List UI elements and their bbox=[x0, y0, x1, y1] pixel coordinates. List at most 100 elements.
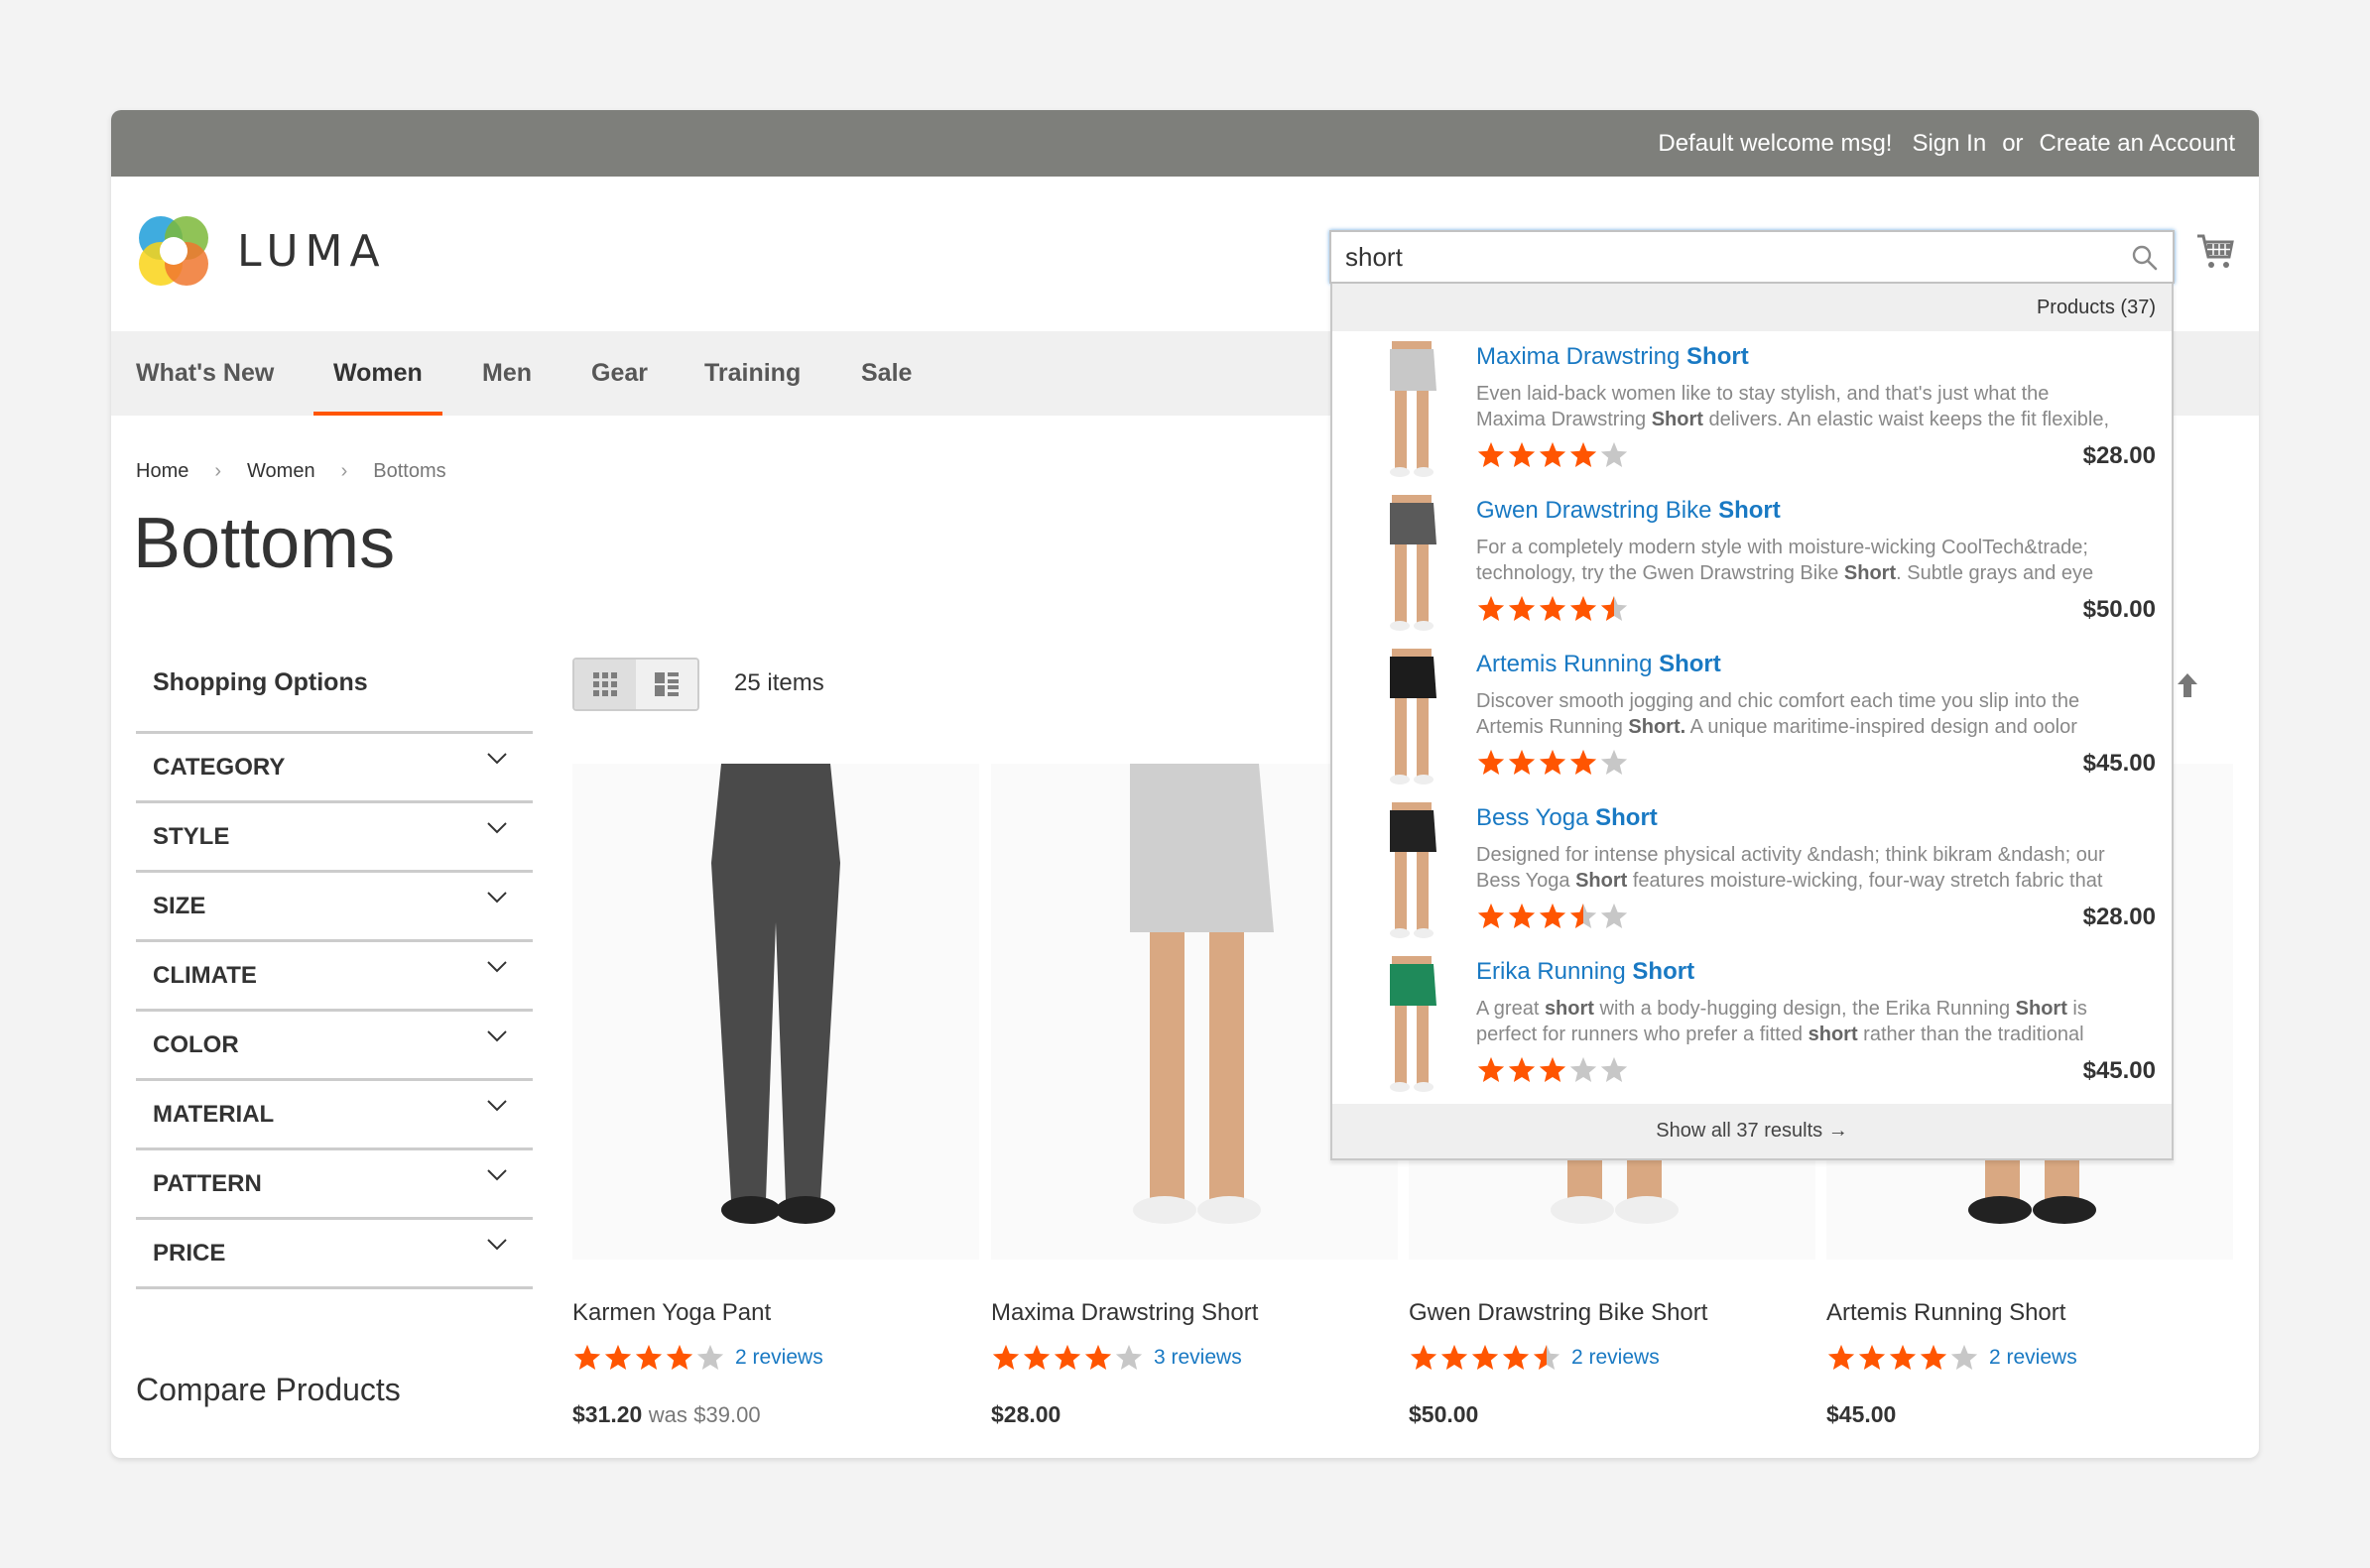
filter-category[interactable]: Category bbox=[136, 734, 533, 803]
logo-text: LUMA bbox=[237, 225, 387, 277]
product-name[interactable]: Karmen Yoga Pant bbox=[572, 1299, 771, 1327]
desc-text: technology, try the Gwen Drawstring Bike bbox=[1476, 562, 1844, 584]
filter-material[interactable]: Material bbox=[136, 1081, 533, 1150]
nav-item-gear[interactable]: Gear bbox=[591, 331, 648, 416]
name-match: Short bbox=[1595, 804, 1658, 831]
was-label: was bbox=[648, 1402, 687, 1427]
name-match: Short bbox=[1718, 497, 1781, 524]
chevron-right-icon: › bbox=[214, 460, 222, 482]
filter-style[interactable]: Style bbox=[136, 803, 533, 873]
star-icon bbox=[1477, 1056, 1505, 1082]
star-icon bbox=[1889, 1344, 1917, 1370]
chevron-down-icon bbox=[486, 752, 508, 771]
product-name[interactable]: Maxima Drawstring Short bbox=[991, 1299, 1258, 1327]
filter-label: Style bbox=[153, 823, 230, 850]
star-icon bbox=[1508, 903, 1536, 928]
autocomplete-item[interactable]: Bess Yoga Short Designed for intense phys… bbox=[1332, 792, 2172, 946]
filter-climate[interactable]: Climate bbox=[136, 942, 533, 1012]
search-input[interactable] bbox=[1331, 232, 2113, 282]
nav-item-women[interactable]: Women bbox=[313, 331, 442, 416]
product-rating: 2 reviews bbox=[572, 1343, 823, 1373]
desc-text: A unique maritime-inspired design and oo… bbox=[1685, 716, 2077, 738]
star-icon bbox=[1600, 749, 1628, 775]
star-icon bbox=[1539, 595, 1566, 621]
rating-stars bbox=[1476, 1055, 1629, 1085]
star-icon bbox=[1569, 903, 1597, 928]
grid-view-button[interactable] bbox=[574, 660, 636, 709]
autocomplete-item-name[interactable]: Maxima Drawstring Short bbox=[1476, 343, 1749, 371]
star-icon bbox=[1920, 1344, 1947, 1370]
price-value: $45.00 bbox=[1826, 1401, 1897, 1427]
rating-stars bbox=[991, 1343, 1144, 1373]
show-all-results-link[interactable]: Show all 37 results → bbox=[1332, 1104, 2172, 1158]
star-icon bbox=[1508, 595, 1536, 621]
grid-icon bbox=[593, 672, 617, 696]
autocomplete-item-description: For a completely modern style with moist… bbox=[1476, 535, 2161, 586]
reviews-link[interactable]: 2 reviews bbox=[735, 1346, 823, 1370]
rating-stars bbox=[1476, 594, 1629, 624]
filter-pattern[interactable]: Pattern bbox=[136, 1150, 533, 1220]
star-icon bbox=[1539, 903, 1566, 928]
chevron-down-icon bbox=[486, 821, 508, 840]
page-card: Default welcome msg! Sign In or Create a… bbox=[111, 110, 2259, 1458]
desc-text: A great bbox=[1476, 998, 1545, 1020]
reviews-link[interactable]: 2 reviews bbox=[1989, 1346, 2077, 1370]
star-icon bbox=[604, 1344, 632, 1370]
autocomplete-item[interactable]: Gwen Drawstring Bike Short For a complete… bbox=[1332, 485, 2172, 639]
autocomplete-item-price: $45.00 bbox=[2082, 750, 2156, 777]
desc-text: Discover smooth jogging and chic comfort… bbox=[1476, 690, 2080, 712]
star-icon bbox=[1084, 1344, 1112, 1370]
nav-item-whats-new[interactable]: What's New bbox=[136, 331, 274, 416]
star-icon bbox=[1477, 749, 1505, 775]
autocomplete-item-price: $28.00 bbox=[2082, 904, 2156, 930]
desc-text: rather than the traditional bbox=[1857, 1024, 2084, 1045]
breadcrumb-current: Bottoms bbox=[373, 460, 446, 482]
page-title: Bottoms bbox=[133, 504, 396, 583]
name-match: Short bbox=[1632, 958, 1695, 985]
autocomplete-item[interactable]: Erika Running Short A great short with a … bbox=[1332, 946, 2172, 1100]
autocomplete-item-name[interactable]: Gwen Drawstring Bike Short bbox=[1476, 497, 1781, 525]
nav-item-sale[interactable]: Sale bbox=[861, 331, 912, 416]
breadcrumb-women[interactable]: Women bbox=[247, 460, 315, 483]
sign-in-link[interactable]: Sign In bbox=[1912, 130, 1986, 158]
list-view-button[interactable] bbox=[636, 660, 697, 709]
reviews-link[interactable]: 2 reviews bbox=[1571, 1346, 1660, 1370]
breadcrumb-home[interactable]: Home bbox=[136, 460, 188, 483]
star-icon bbox=[1569, 595, 1597, 621]
product-image[interactable] bbox=[572, 764, 979, 1260]
filter-label: Category bbox=[153, 754, 286, 781]
nav-item-men[interactable]: Men bbox=[482, 331, 532, 416]
nav-item-training[interactable]: Training bbox=[704, 331, 801, 416]
cart-icon[interactable] bbox=[2195, 233, 2235, 276]
filter-list: Category Style Size Climate Color Material Pat… bbox=[136, 731, 533, 1289]
autocomplete-item-name[interactable]: Erika Running Short bbox=[1476, 958, 1694, 986]
filter-label: Climate bbox=[153, 962, 257, 989]
autocomplete-item[interactable]: Artemis Running Short Discover smooth jog… bbox=[1332, 639, 2172, 792]
autocomplete-item-price: $45.00 bbox=[2082, 1057, 2156, 1084]
autocomplete-item-price: $28.00 bbox=[2082, 442, 2156, 469]
product-name[interactable]: Gwen Drawstring Bike Short bbox=[1409, 1299, 1707, 1327]
product-card: Karmen Yoga Pant 2 reviews $31.20 was $39.… bbox=[572, 764, 979, 1427]
autocomplete-item[interactable]: Maxima Drawstring Short Even laid-back wo… bbox=[1332, 331, 2172, 485]
sort-direction-arrow-icon[interactable] bbox=[2177, 672, 2198, 703]
reviews-link[interactable]: 3 reviews bbox=[1154, 1346, 1242, 1370]
star-icon bbox=[1023, 1344, 1051, 1370]
filter-price[interactable]: Price bbox=[136, 1220, 533, 1289]
star-icon bbox=[635, 1344, 663, 1370]
autocomplete-item-name[interactable]: Bess Yoga Short bbox=[1476, 804, 1658, 832]
logo[interactable]: LUMA bbox=[136, 213, 387, 289]
rating-stars bbox=[1476, 748, 1629, 778]
or-text: or bbox=[2002, 130, 2024, 157]
autocomplete-item-name[interactable]: Artemis Running Short bbox=[1476, 651, 1721, 678]
search-icon[interactable] bbox=[2131, 244, 2159, 277]
filter-size[interactable]: Size bbox=[136, 873, 533, 942]
breadcrumb: Home › Women › Bottoms bbox=[136, 460, 446, 483]
autocomplete-header: Products (37) bbox=[1332, 284, 2172, 331]
create-account-link[interactable]: Create an Account bbox=[2040, 130, 2235, 158]
product-name[interactable]: Artemis Running Short bbox=[1826, 1299, 2065, 1327]
desc-text: Even laid-back women like to stay stylis… bbox=[1476, 383, 2050, 405]
filter-color[interactable]: Color bbox=[136, 1012, 533, 1081]
list-icon bbox=[655, 672, 679, 696]
desc-text: Maxima Drawstring bbox=[1476, 409, 1652, 430]
star-icon bbox=[1477, 595, 1505, 621]
